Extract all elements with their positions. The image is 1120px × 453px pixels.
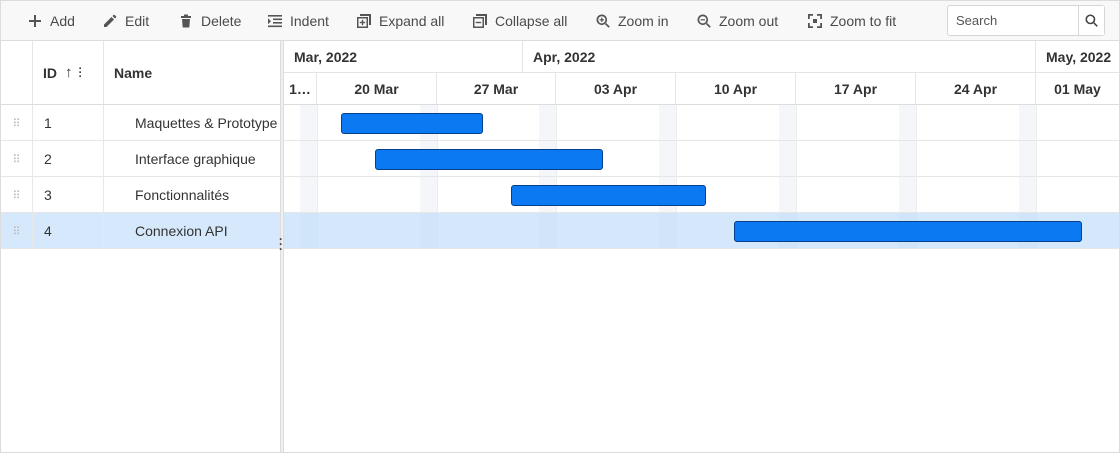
- grid-rows: ⠿ 1 Maquettes & Prototype ⠿ 2 Interface …: [1, 105, 280, 452]
- table-row[interactable]: ⠿ 3 Fonctionnalités: [1, 177, 280, 213]
- collapse-all-button[interactable]: Collapse all: [473, 1, 567, 41]
- collapse-all-label: Collapse all: [495, 13, 568, 29]
- task-bar[interactable]: [511, 185, 706, 206]
- month-header: May, 2022: [1036, 41, 1119, 73]
- indent-button[interactable]: Indent: [268, 1, 329, 41]
- drag-handle-icon[interactable]: ⠿: [1, 213, 33, 249]
- table-row-selected[interactable]: ⠿ 4 Connexion API: [1, 213, 280, 249]
- drag-column-header: [1, 41, 33, 104]
- search-box: [947, 5, 1105, 36]
- drag-handle-icon[interactable]: ⠿: [1, 141, 33, 177]
- drag-handle-icon[interactable]: ⠿: [1, 105, 33, 141]
- timeline: Mar, 2022 Apr, 2022 May, 2022 1… 20 Mar …: [284, 41, 1119, 452]
- week-header: 20 Mar: [317, 73, 437, 104]
- timeline-header: Mar, 2022 Apr, 2022 May, 2022 1… 20 Mar …: [284, 41, 1119, 105]
- week-header: 01 May: [1054, 80, 1101, 97]
- delete-label: Delete: [201, 13, 242, 29]
- month-header: Mar, 2022: [284, 41, 523, 73]
- search-button[interactable]: [1078, 6, 1104, 35]
- grid-header: ID ↑ · · · Name: [1, 41, 280, 105]
- zoom-in-icon: [596, 14, 610, 28]
- name-column-label: Name: [114, 64, 153, 81]
- week-header: 10 Apr: [676, 73, 796, 104]
- task-grid: ID ↑ · · · Name ⠿ 1 Maquettes & Prototype …: [1, 41, 280, 452]
- task-bar[interactable]: [341, 113, 483, 134]
- pencil-icon: [104, 14, 117, 27]
- table-row[interactable]: ⠿ 1 Maquettes & Prototype: [1, 105, 280, 141]
- month-header: Apr, 2022: [523, 41, 1036, 73]
- row-name: Fonctionnalités: [135, 187, 230, 203]
- task-bar[interactable]: [734, 221, 1082, 242]
- id-column-label: ID: [43, 64, 57, 81]
- row-id: 2: [33, 141, 104, 177]
- id-column-header[interactable]: ID ↑ · · ·: [33, 41, 104, 104]
- expand-all-button[interactable]: Expand all: [357, 1, 444, 41]
- row-id: 4: [33, 213, 104, 249]
- search-icon: [1085, 14, 1098, 27]
- drag-handle-icon[interactable]: ⠿: [1, 177, 33, 213]
- add-label: Add: [50, 13, 75, 29]
- zoom-to-fit-label: Zoom to fit: [830, 13, 897, 29]
- gantt-app: Add Edit Delete Indent Expand all Collap…: [0, 0, 1120, 453]
- week-header: 24 Apr: [916, 73, 1036, 104]
- delete-button[interactable]: Delete: [179, 1, 241, 41]
- trash-icon: [181, 14, 191, 28]
- zoom-out-icon: [697, 14, 711, 28]
- add-button[interactable]: Add: [28, 1, 75, 41]
- name-column-header[interactable]: Name: [104, 41, 280, 104]
- zoom-fit-icon: [808, 14, 822, 28]
- week-header: 03 Apr: [556, 73, 676, 104]
- timeline-body: [284, 105, 1119, 452]
- timeline-row-selected[interactable]: [284, 213, 1119, 249]
- column-menu-icon[interactable]: · · ·: [79, 63, 83, 82]
- row-name: Connexion API: [135, 223, 228, 239]
- row-name: Interface graphique: [135, 151, 256, 167]
- zoom-to-fit-button[interactable]: Zoom to fit: [808, 1, 896, 41]
- edit-label: Edit: [125, 13, 150, 29]
- row-name: Maquettes & Prototype: [135, 115, 278, 131]
- table-row[interactable]: ⠿ 2 Interface graphique: [1, 141, 280, 177]
- plus-icon: [29, 15, 41, 27]
- row-id: 1: [33, 105, 104, 141]
- expand-all-icon: [357, 14, 371, 28]
- toolbar: Add Edit Delete Indent Expand all Collap…: [1, 1, 1119, 41]
- sort-ascending-icon: ↑: [65, 64, 73, 81]
- indent-label: Indent: [290, 13, 329, 29]
- timeline-row[interactable]: [284, 105, 1119, 141]
- week-header: 1…: [284, 73, 317, 104]
- expand-all-label: Expand all: [379, 13, 445, 29]
- zoom-out-button[interactable]: Zoom out: [697, 1, 778, 41]
- search-input[interactable]: [948, 6, 1078, 35]
- task-bar[interactable]: [375, 149, 603, 170]
- zoom-in-button[interactable]: Zoom in: [596, 1, 669, 41]
- edit-button[interactable]: Edit: [103, 1, 149, 41]
- zoom-out-label: Zoom out: [719, 13, 779, 29]
- timeline-row[interactable]: [284, 177, 1119, 213]
- zoom-in-label: Zoom in: [618, 13, 669, 29]
- week-header: 17 Apr: [796, 73, 916, 104]
- collapse-all-icon: [473, 14, 487, 28]
- timeline-row[interactable]: [284, 141, 1119, 177]
- row-id: 3: [33, 177, 104, 213]
- week-header: 27 Mar: [437, 73, 556, 104]
- indent-icon: [268, 15, 282, 28]
